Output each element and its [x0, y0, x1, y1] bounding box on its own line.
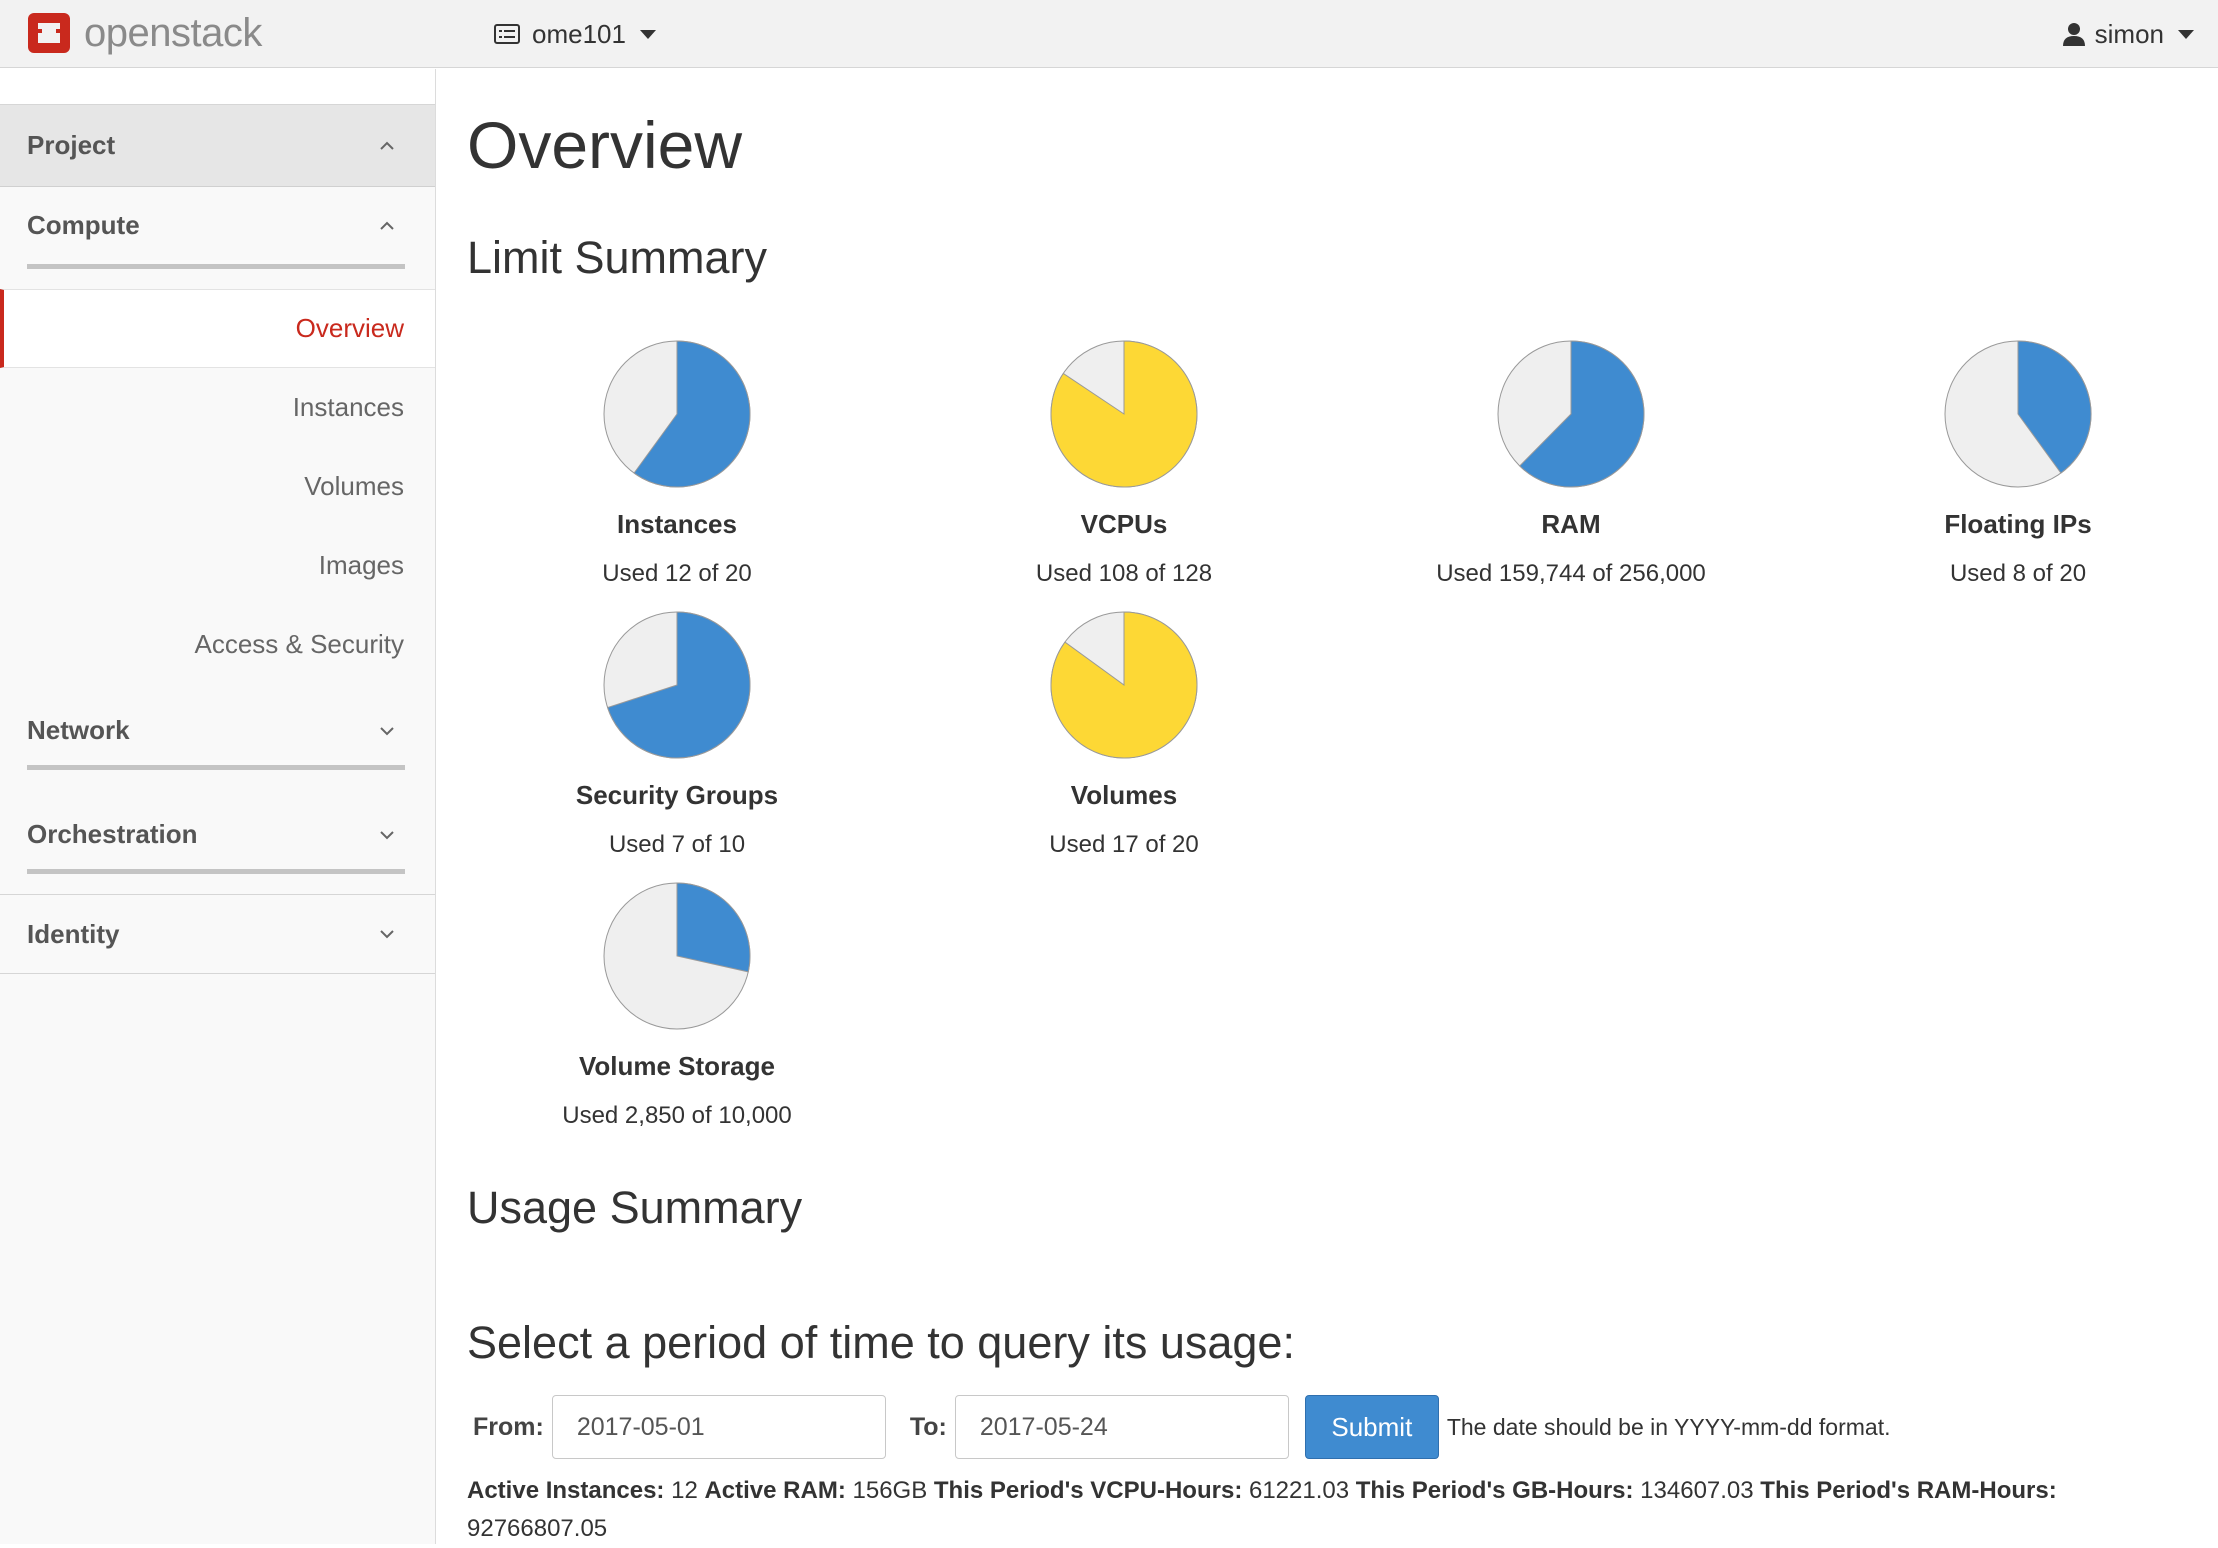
- sidebar-section-compute[interactable]: Compute: [27, 187, 405, 269]
- limit-chart-volumes: Volumes Used 17 of 20: [914, 610, 1334, 859]
- chevron-down-icon: [380, 930, 394, 939]
- pie-label: Security Groups: [575, 780, 779, 810]
- chevron-down-icon: [380, 726, 394, 735]
- submit-button[interactable]: Submit: [1304, 1395, 1439, 1459]
- page-title: Overview: [467, 108, 743, 182]
- stat-value: 92766807.05: [467, 1515, 608, 1542]
- sidebar-panel-label: Identity: [27, 918, 120, 949]
- pie-slice-used: [676, 882, 751, 973]
- user-menu[interactable]: simon: [2062, 14, 2194, 54]
- sidebar-item-access-security[interactable]: Access & Security: [0, 605, 435, 684]
- date-range-form: From: To: Submit The date should be in Y…: [473, 1395, 1890, 1459]
- project-switcher-label: ome101: [532, 18, 626, 49]
- pie-chart: [1050, 611, 1198, 759]
- stat-value: 156GB: [852, 1477, 928, 1504]
- pie-label: Volumes: [1070, 780, 1178, 810]
- pie-usage-text: Used 17 of 20: [1049, 831, 1199, 858]
- sidebar-item-images[interactable]: Images: [0, 526, 435, 605]
- brand-name: openstack: [84, 10, 262, 55]
- chevron-up-icon: [380, 141, 394, 150]
- to-label: To:: [909, 1412, 947, 1441]
- user-icon: [2062, 23, 2085, 46]
- pie-chart: [1497, 340, 1645, 488]
- pie-usage-text: Used 159,744 of 256,000: [1436, 560, 1706, 587]
- sidebar-section-orchestration[interactable]: Orchestration: [27, 800, 405, 874]
- sidebar-section-label: Compute: [27, 210, 140, 240]
- from-label: From:: [473, 1412, 544, 1441]
- chevron-up-icon: [380, 221, 394, 230]
- sidebar-panel-identity[interactable]: Identity: [0, 894, 435, 974]
- brand[interactable]: openstack: [26, 8, 262, 58]
- pie-label: Floating IPs: [1944, 509, 2092, 539]
- caret-down-icon: [639, 29, 656, 39]
- stat-value: 12: [671, 1477, 698, 1504]
- stat-label: Active RAM:: [704, 1477, 846, 1504]
- limit-summary-heading: Limit Summary: [467, 232, 768, 283]
- stat-label: This Period's GB-Hours:: [1355, 1477, 1634, 1504]
- sidebar: Project Compute Overview Instances Volum…: [0, 69, 436, 1544]
- sidebar-section-label: Orchestration: [27, 819, 198, 849]
- sidebar-panel-label: Project: [27, 130, 116, 160]
- stat-label: This Period's RAM-Hours:: [1760, 1477, 2057, 1504]
- top-navbar: openstack ome101 simon: [0, 0, 2218, 68]
- usage-stats: Active Instances: 12 Active RAM: 156GB T…: [467, 1472, 2187, 1548]
- pie-chart: [603, 882, 751, 1030]
- sidebar-item-overview[interactable]: Overview: [0, 289, 435, 368]
- project-switcher[interactable]: ome101: [494, 14, 656, 54]
- limit-chart-ram: RAM Used 159,744 of 256,000: [1361, 339, 1781, 588]
- openstack-logo-icon: [28, 13, 70, 53]
- sidebar-section-label: Network: [27, 715, 130, 745]
- usage-summary-heading: Usage Summary: [467, 1182, 803, 1233]
- caret-down-icon: [2178, 29, 2194, 39]
- pie-usage-text: Used 7 of 10: [608, 831, 746, 858]
- user-menu-label: simon: [2094, 18, 2164, 49]
- sidebar-compute-items: Overview Instances Volumes Images Access…: [0, 289, 435, 684]
- list-icon: [494, 24, 520, 44]
- limit-chart-instances: Instances Used 12 of 20: [467, 339, 887, 588]
- pie-label: Volume Storage: [578, 1051, 775, 1081]
- limit-chart-floating-ips: Floating IPs Used 8 of 20: [1808, 339, 2218, 588]
- limit-chart-vcpus: VCPUs Used 108 of 128: [914, 339, 1334, 588]
- pie-label: VCPUs: [1080, 509, 1168, 539]
- period-heading: Select a period of time to query its usa…: [467, 1317, 1295, 1368]
- stat-label: Active Instances:: [467, 1477, 665, 1504]
- limit-chart-security-groups: Security Groups Used 7 of 10: [467, 610, 887, 859]
- pie-usage-text: Used 12 of 20: [602, 560, 752, 587]
- sidebar-section-network[interactable]: Network: [27, 696, 405, 770]
- sidebar-item-instances[interactable]: Instances: [0, 368, 435, 447]
- chevron-down-icon: [380, 830, 394, 839]
- sidebar-panel-project[interactable]: Project: [0, 105, 435, 187]
- pie-chart: [603, 611, 751, 759]
- to-date-input[interactable]: [954, 1395, 1289, 1459]
- date-format-help: The date should be in YYYY-mm-dd format.: [1446, 1413, 1891, 1440]
- pie-chart: [1050, 340, 1198, 488]
- pie-usage-text: Used 108 of 128: [1035, 560, 1213, 587]
- pie-usage-text: Used 2,850 of 10,000: [562, 1102, 792, 1129]
- pie-label: RAM: [1541, 509, 1601, 539]
- sidebar-item-volumes[interactable]: Volumes: [0, 447, 435, 526]
- stat-value: 134607.03: [1640, 1477, 1754, 1504]
- from-date-input[interactable]: [551, 1395, 886, 1459]
- limit-chart-volume-storage: Volume Storage Used 2,850 of 10,000: [467, 881, 887, 1130]
- pie-chart: [1944, 340, 2092, 488]
- pie-usage-text: Used 8 of 20: [1949, 560, 2087, 587]
- pie-chart: [603, 340, 751, 488]
- stat-value: 61221.03: [1248, 1477, 1350, 1504]
- sidebar-top-spacer: [0, 69, 435, 105]
- pie-label: Instances: [617, 509, 737, 539]
- stat-label: This Period's VCPU-Hours:: [933, 1477, 1243, 1504]
